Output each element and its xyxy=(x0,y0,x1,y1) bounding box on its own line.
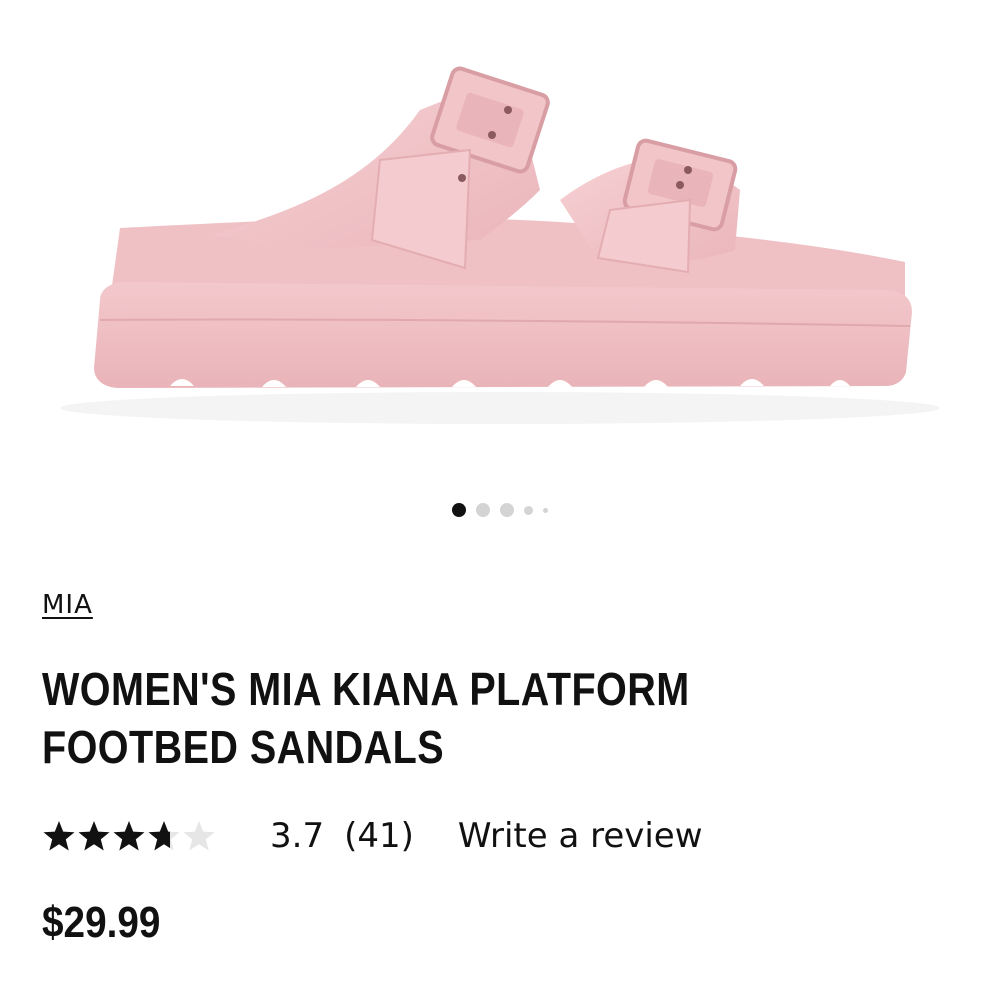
write-review-link[interactable]: Write a review xyxy=(458,816,703,856)
product-title-line-1: WOMEN'S MIA KIANA PLATFORM xyxy=(42,663,690,715)
carousel-dot-5[interactable] xyxy=(543,507,548,513)
product-price: $29.99 xyxy=(42,898,161,947)
star-icon xyxy=(182,819,216,853)
rating-row: 3.7 (41) Write a review xyxy=(42,808,703,864)
carousel-dot-4[interactable] xyxy=(524,505,533,515)
product-image[interactable] xyxy=(0,0,1000,470)
brand-link[interactable]: MIA xyxy=(42,590,93,620)
star-icon xyxy=(42,819,76,853)
star-icon xyxy=(112,819,146,853)
carousel-dot-2[interactable] xyxy=(476,503,490,517)
carousel-dot-3[interactable] xyxy=(500,503,514,517)
product-title-line-2: FOOTBED SANDALS xyxy=(42,721,445,773)
star-rating[interactable] xyxy=(42,819,242,853)
star-icon xyxy=(147,819,181,853)
image-carousel-dots[interactable] xyxy=(0,500,1000,520)
pink-sandal-illustration xyxy=(60,66,940,424)
rating-value: 3.7 xyxy=(270,816,325,856)
carousel-dot-1[interactable] xyxy=(452,503,466,517)
review-count[interactable]: (41) xyxy=(344,816,414,856)
star-icon xyxy=(77,819,111,853)
product-title: WOMEN'S MIA KIANA PLATFORM FOOTBED SANDA… xyxy=(42,660,816,776)
